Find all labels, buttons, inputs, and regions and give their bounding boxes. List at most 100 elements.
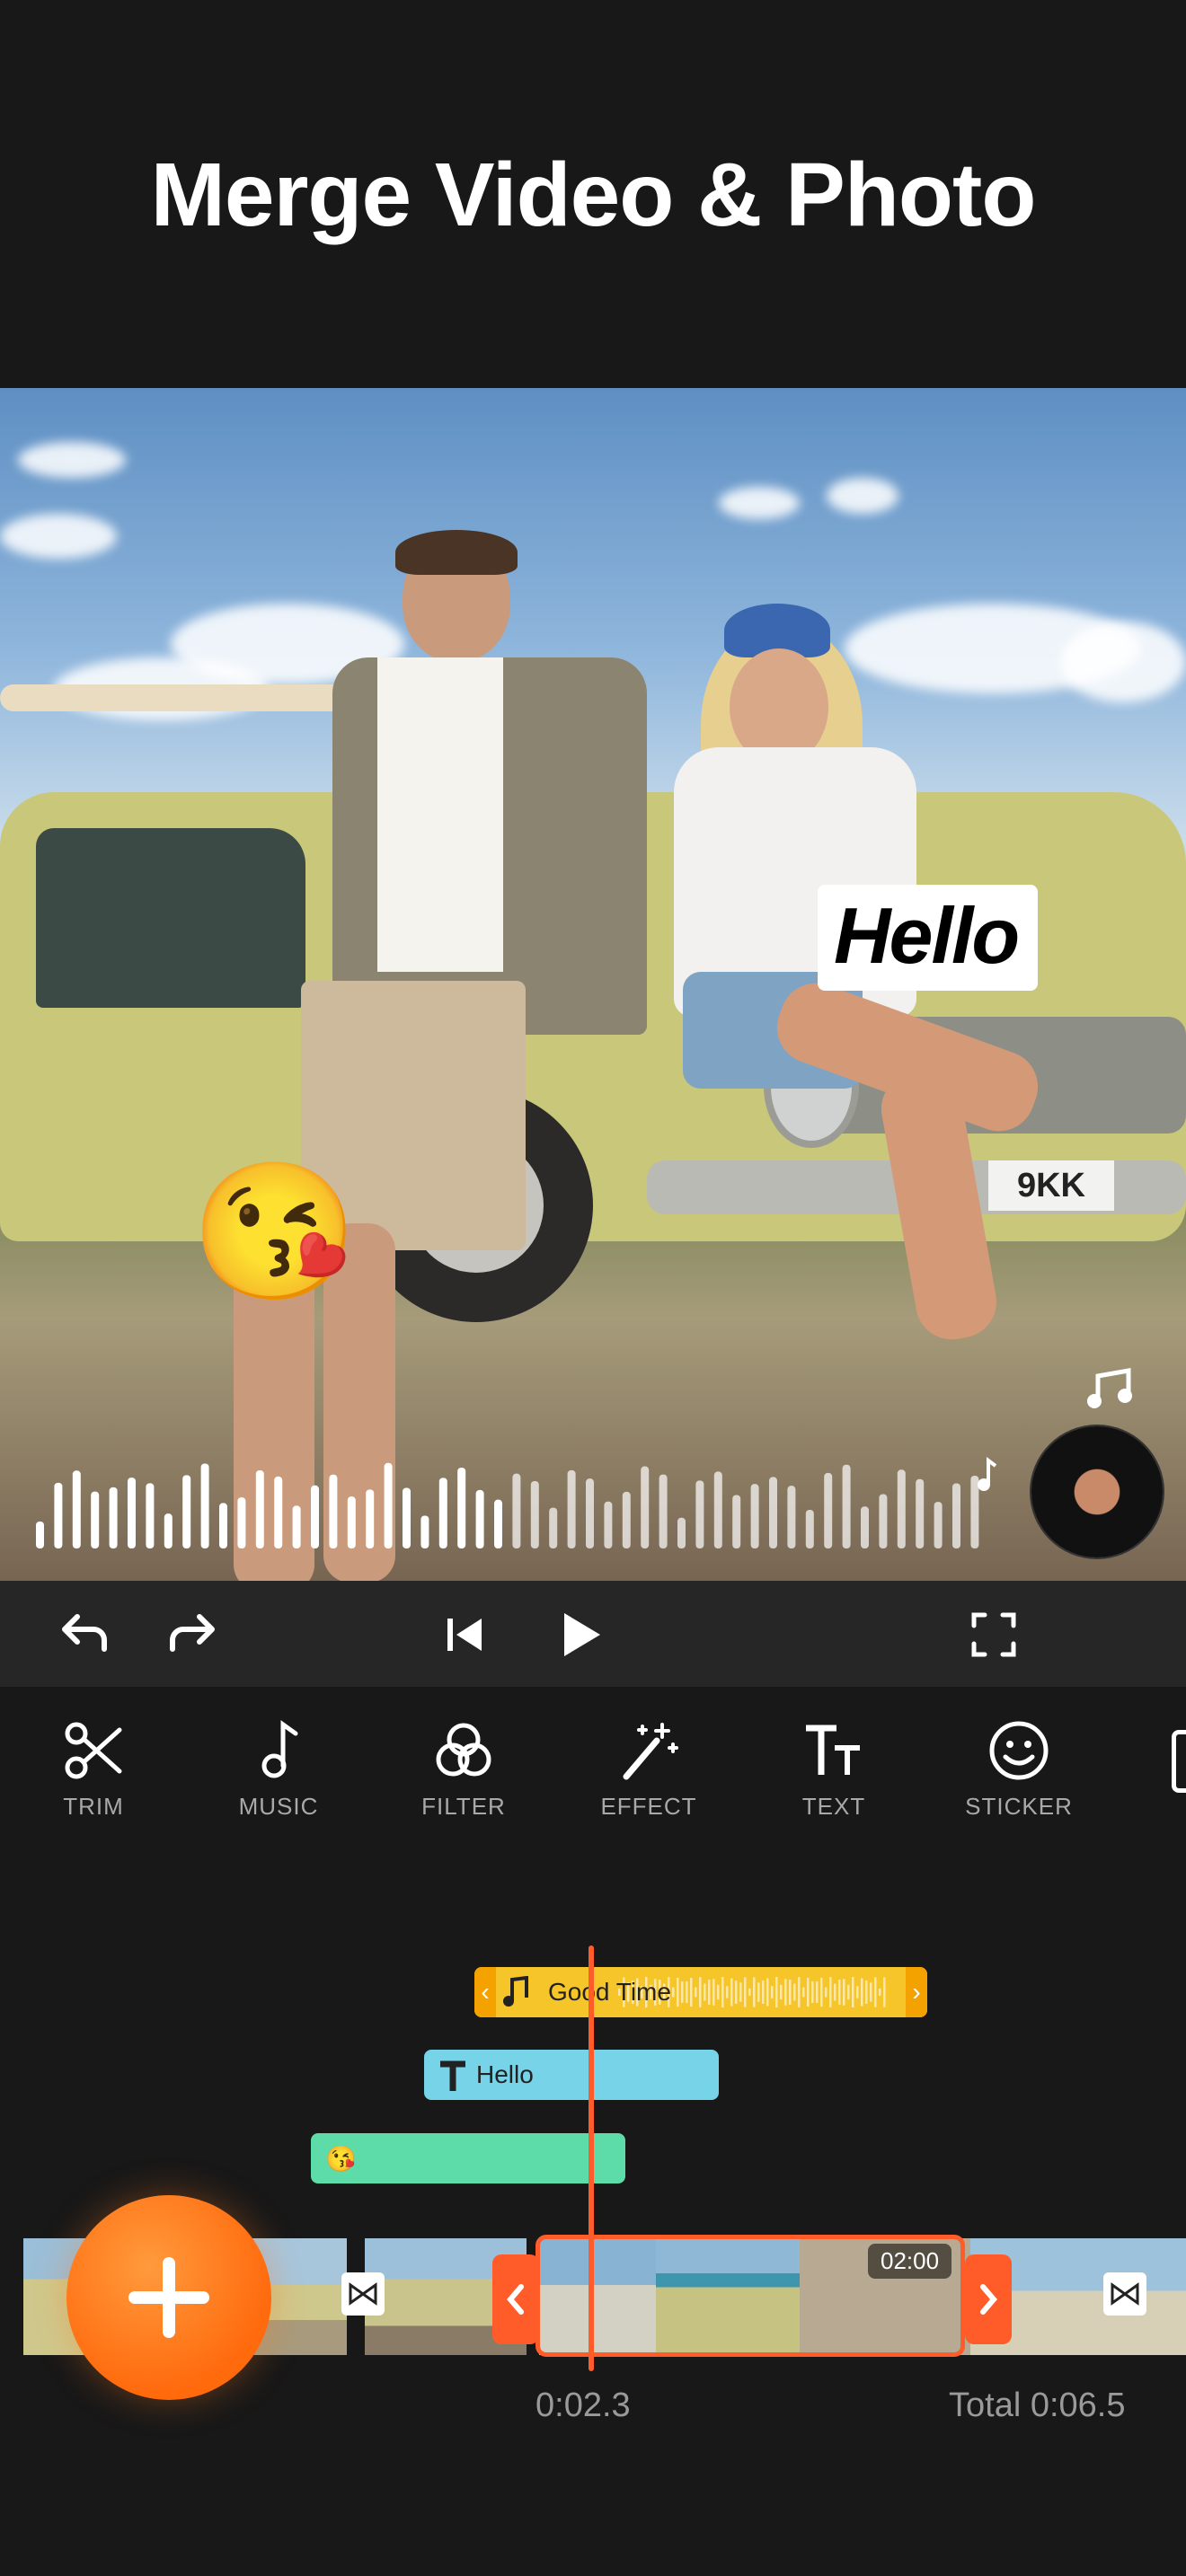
track-wave-bar (852, 1977, 854, 2007)
text-track[interactable]: Hello (424, 2050, 719, 2100)
track-wave-bar (856, 1986, 859, 1998)
waveform-bar (403, 1487, 411, 1548)
tool-music[interactable]: MUSIC (207, 1719, 350, 1821)
track-wave-bar (793, 1983, 796, 2001)
track-wave-bar (838, 1980, 841, 2005)
track-wave-bar (771, 1986, 774, 1998)
waveform-bar (255, 1469, 264, 1548)
track-wave-bar (717, 1984, 720, 2000)
clip-trim-right-handle[interactable] (965, 2254, 1012, 2344)
waveform-bar (787, 1486, 796, 1548)
music-track-label: Good Time (548, 1978, 671, 2006)
waveform-bar (475, 1489, 484, 1548)
transition-icon[interactable] (1103, 2272, 1146, 2316)
transition-icon[interactable] (341, 2272, 385, 2316)
track-wave-bar (677, 1977, 679, 2007)
music-note-icon (1087, 1368, 1132, 1408)
clip-trim-left-handle[interactable] (492, 2254, 539, 2344)
page-headline: Merge Video & Photo (150, 145, 1037, 245)
waveform-bar (292, 1505, 301, 1548)
waveform-bar (72, 1470, 81, 1548)
waveform-bar (311, 1485, 319, 1548)
track-wave-bar (708, 1980, 711, 2005)
undo-icon[interactable] (56, 1606, 113, 1663)
waveform-bar (677, 1517, 686, 1548)
text-icon (440, 2060, 465, 2091)
waveform-bar (109, 1486, 118, 1548)
music-disc-icon[interactable] (1031, 1426, 1163, 1557)
scissors-icon (65, 1722, 122, 1779)
track-wave-bar (775, 1977, 778, 2007)
track-wave-bar (870, 1982, 872, 2002)
current-time: 0:02.3 (535, 2386, 631, 2424)
track-wave-bar (699, 1977, 702, 2007)
track-wave-bar (762, 1981, 765, 2004)
track-wave-bar (672, 1987, 675, 1998)
tool-sticker-label: STICKER (965, 1793, 1073, 1820)
emoji-sticker-kiss[interactable]: 😘 (190, 1164, 358, 1299)
play-icon[interactable] (552, 1606, 609, 1663)
waveform-bar (695, 1480, 704, 1548)
waveform-bar (824, 1472, 833, 1548)
waveform-bar (842, 1464, 851, 1548)
total-time: Total 0:06.5 (949, 2386, 1126, 2424)
waveform-bar (769, 1477, 777, 1548)
timeline-playhead[interactable] (589, 1945, 594, 2371)
redo-icon[interactable] (164, 1606, 221, 1663)
waveform-bar (750, 1484, 759, 1548)
playback-control-bar (0, 1581, 1186, 1687)
sticker-track-label: 😘 (325, 2145, 357, 2173)
waveform-bar (366, 1489, 375, 1548)
track-wave-bar (883, 1977, 886, 2007)
more-tool-icon[interactable] (1172, 1730, 1186, 1793)
waveform-bar (530, 1481, 539, 1548)
waveform-bar (420, 1515, 429, 1548)
tool-text[interactable]: TEXT (762, 1719, 906, 1821)
tool-sticker[interactable]: STICKER (947, 1719, 1091, 1821)
waveform-bar (91, 1491, 100, 1548)
video-preview[interactable]: 9KK Hello 😘 (0, 388, 1186, 1581)
track-wave-bar (730, 1978, 733, 2007)
music-track[interactable]: ‹ › Good Time (474, 1967, 927, 2017)
waveform-bar (384, 1462, 393, 1548)
waveform-bar (438, 1478, 447, 1548)
waveform-bar (146, 1483, 155, 1548)
waveform-bar (274, 1476, 283, 1548)
track-wave-bar (704, 1983, 706, 2001)
music-track-right-handle[interactable]: › (906, 1967, 927, 2017)
track-wave-bar (834, 1983, 836, 2001)
tool-filter[interactable]: FILTER (392, 1719, 535, 1821)
track-wave-bar (879, 1988, 881, 1997)
waveform-bar (586, 1478, 594, 1548)
smiley-icon (989, 1721, 1049, 1780)
waveform-bar (641, 1466, 650, 1548)
track-wave-bar (695, 1987, 697, 1998)
tool-trim[interactable]: TRIM (22, 1719, 165, 1821)
track-wave-bar (829, 1977, 832, 2007)
waveform-bar (347, 1496, 356, 1548)
waveform-bar (567, 1469, 576, 1548)
text-icon (806, 1725, 860, 1775)
waveform-bar (164, 1513, 173, 1548)
music-note-icon (261, 1720, 298, 1778)
waveform-bar (879, 1494, 888, 1548)
waveform-bar (200, 1463, 209, 1548)
track-wave-bar (757, 1982, 760, 2002)
music-track-left-handle[interactable]: ‹ (474, 1967, 496, 2017)
waveform-bar (659, 1474, 668, 1548)
text-sticker-hello[interactable]: Hello (818, 885, 1039, 991)
track-wave-bar (847, 1984, 850, 2000)
waveform-bar (54, 1482, 63, 1548)
license-plate: 9KK (988, 1160, 1114, 1211)
waveform-bar (36, 1522, 44, 1548)
fullscreen-icon[interactable] (965, 1606, 1022, 1663)
waveform-bar (182, 1475, 191, 1548)
tool-effect[interactable]: EFFECT (577, 1719, 721, 1821)
skip-to-start-icon[interactable] (437, 1606, 494, 1663)
tool-trim-label: TRIM (63, 1793, 124, 1820)
waveform-bar (549, 1507, 558, 1548)
waveform-bar (934, 1502, 943, 1548)
waveform-bar (952, 1483, 960, 1548)
sticker-track[interactable]: 😘 (311, 2133, 625, 2183)
add-media-button[interactable] (66, 2195, 271, 2400)
